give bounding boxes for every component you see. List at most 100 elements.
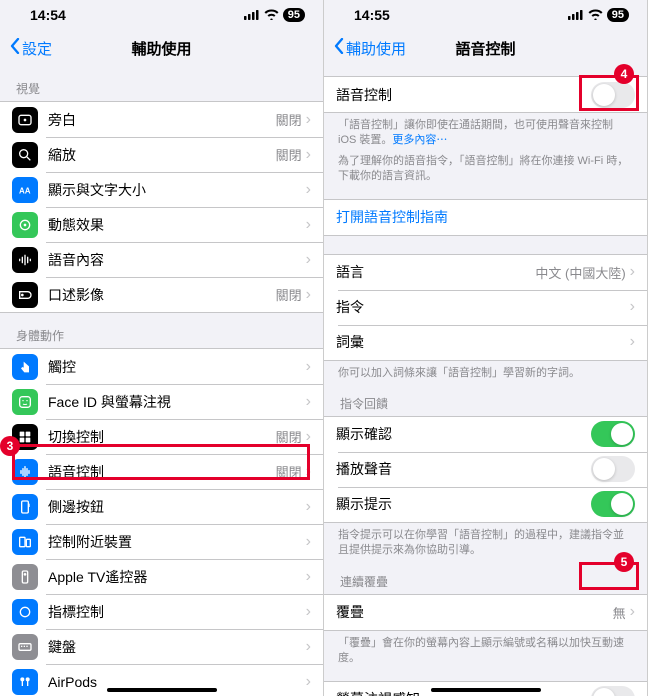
row-label: 詞彙 <box>336 332 630 352</box>
chevron-right-icon: › <box>306 428 311 446</box>
chevron-right-icon: › <box>306 498 311 516</box>
row-touch[interactable]: 觸控 › <box>0 349 323 384</box>
phone-right: 14:55 95 輔助使用 語音控制 語音控制 「語音控制」讓你即使在通話期間，… <box>324 0 648 696</box>
chevron-right-icon: › <box>306 638 311 656</box>
row-pointer-control[interactable]: 指標控制 › <box>0 594 323 629</box>
chevron-right-icon: › <box>306 603 311 621</box>
group-overlay: 覆疊 無 › <box>324 594 647 631</box>
motion-icon <box>12 212 38 238</box>
apple-tv-remote-icon <box>12 564 38 590</box>
row-value: 無 <box>613 603 626 622</box>
spoken-icon <box>12 247 38 273</box>
row-vocabulary[interactable]: 詞彙 › <box>324 325 647 360</box>
row-label: 控制附近裝置 <box>48 532 306 552</box>
navbar: 輔助使用 語音控制 <box>324 30 647 66</box>
row-voiceover[interactable]: 旁白 關閉 › <box>0 102 323 137</box>
row-label: 切換控制 <box>48 427 276 447</box>
signal-icon <box>244 7 260 23</box>
group-language: 語言 中文 (中國大陸) › 指令 › 詞彙 › <box>324 254 647 361</box>
row-label: 語音控制 <box>48 462 276 482</box>
zoom-icon <box>12 142 38 168</box>
wifi-icon <box>588 7 603 23</box>
back-button[interactable]: 設定 <box>10 38 52 59</box>
row-label: 鍵盤 <box>48 637 306 657</box>
status-right: 95 <box>244 7 305 23</box>
row-commands[interactable]: 指令 › <box>324 290 647 325</box>
footer-feedback: 指令提示可以在你學習「語音控制」的過程中，建議指令並且提供提示來為你協助引導。 <box>324 523 647 559</box>
content-right: 語音控制 「語音控制」讓你即使在通話期間，也可使用聲音來控制 iOS 裝置。更多… <box>324 66 647 696</box>
audio-descriptions-icon <box>12 282 38 308</box>
pointer-control-icon <box>12 599 38 625</box>
chevron-right-icon: › <box>306 463 311 481</box>
row-switch-control[interactable]: 切換控制 關閉 › <box>0 419 323 454</box>
back-button[interactable]: 輔助使用 <box>334 38 406 59</box>
chevron-right-icon: › <box>630 603 635 621</box>
row-apple-tv-remote[interactable]: Apple TV遙控器 › <box>0 559 323 594</box>
voice-control-icon <box>12 459 38 485</box>
row-label: Apple TV遙控器 <box>48 567 306 587</box>
row-label: 覆疊 <box>336 602 613 622</box>
chevron-left-icon <box>334 38 344 58</box>
footer-language: 你可以加入詞條來讓「語音控制」學習新的字詞。 <box>324 361 647 381</box>
navbar: 設定 輔助使用 <box>0 30 323 66</box>
row-label: Face ID 與螢幕注視 <box>48 392 306 412</box>
chevron-right-icon: › <box>306 673 311 691</box>
group-main-toggle: 語音控制 <box>324 76 647 113</box>
row-motion[interactable]: 動態效果 › <box>0 207 323 242</box>
keyboard-icon <box>12 634 38 660</box>
back-label: 輔助使用 <box>346 38 406 59</box>
row-language[interactable]: 語言 中文 (中國大陸) › <box>324 255 647 290</box>
row-open-guide[interactable]: 打開語音控制指南 <box>324 200 647 235</box>
row-label: 指標控制 <box>48 602 306 622</box>
footer-overlay: 「覆疊」會在你的螢幕內容上顯示編號或名稱以加快互動速度。 <box>324 631 647 667</box>
toggle-show-confirm[interactable] <box>591 421 635 447</box>
row-audio-descriptions[interactable]: 口述影像 關閉 › <box>0 277 323 312</box>
voiceover-icon <box>12 107 38 133</box>
chevron-right-icon: › <box>306 533 311 551</box>
chevron-right-icon: › <box>306 568 311 586</box>
row-spoken[interactable]: 語音內容 › <box>0 242 323 277</box>
row-nearby[interactable]: 控制附近裝置 › <box>0 524 323 559</box>
side-button-icon <box>12 494 38 520</box>
status-bar: 14:55 95 <box>324 0 647 30</box>
row-textsize[interactable]: AA 顯示與文字大小 › <box>0 172 323 207</box>
chevron-left-icon <box>10 38 20 58</box>
row-value: 關閉 <box>276 110 302 129</box>
signal-icon <box>568 7 584 23</box>
row-zoom[interactable]: 縮放 關閉 › <box>0 137 323 172</box>
row-label: 側邊按鈕 <box>48 497 306 517</box>
row-faceid[interactable]: Face ID 與螢幕注視 › <box>0 384 323 419</box>
row-play-sound: 播放聲音 <box>324 452 647 487</box>
home-indicator <box>107 688 217 692</box>
toggle-play-sound[interactable] <box>591 456 635 482</box>
row-keyboard[interactable]: 鍵盤 › <box>0 629 323 664</box>
chevron-right-icon: › <box>306 216 311 234</box>
group-guide: 打開語音控制指南 <box>324 199 647 236</box>
faceid-icon <box>12 389 38 415</box>
row-label: 旁白 <box>48 110 276 130</box>
row-voice-control[interactable]: 語音控制 關閉 › <box>0 454 323 489</box>
chevron-right-icon: › <box>630 263 635 281</box>
row-side-button[interactable]: 側邊按鈕 › <box>0 489 323 524</box>
toggle-voice-control[interactable] <box>591 82 635 108</box>
status-right: 95 <box>568 7 629 23</box>
more-content-link[interactable]: 更多內容⋯ <box>392 134 447 146</box>
status-time: 14:55 <box>354 7 390 23</box>
toggle-attention-aware[interactable] <box>591 686 635 696</box>
row-value: 關閉 <box>276 285 302 304</box>
status-time: 14:54 <box>30 7 66 23</box>
row-value: 關閉 <box>276 145 302 164</box>
row-label: 打開語音控制指南 <box>336 207 635 227</box>
row-overlay[interactable]: 覆疊 無 › <box>324 595 647 630</box>
textsize-icon: AA <box>12 177 38 203</box>
footer-voice-control-1: 「語音控制」讓你即使在通話期間，也可使用聲音來控制 iOS 裝置。更多內容⋯ <box>324 113 647 149</box>
toggle-show-hint[interactable] <box>591 491 635 517</box>
chevron-right-icon: › <box>630 298 635 316</box>
row-label: 顯示確認 <box>336 424 591 444</box>
group-vision: 旁白 關閉 › 縮放 關閉 › AA 顯示與文字大小 › 動態效果 › <box>0 101 323 313</box>
section-header-feedback: 指令回饋 <box>324 381 647 416</box>
back-label: 設定 <box>22 38 52 59</box>
wifi-icon <box>264 7 279 23</box>
row-label: 觸控 <box>48 357 306 377</box>
airpods-icon <box>12 669 38 695</box>
